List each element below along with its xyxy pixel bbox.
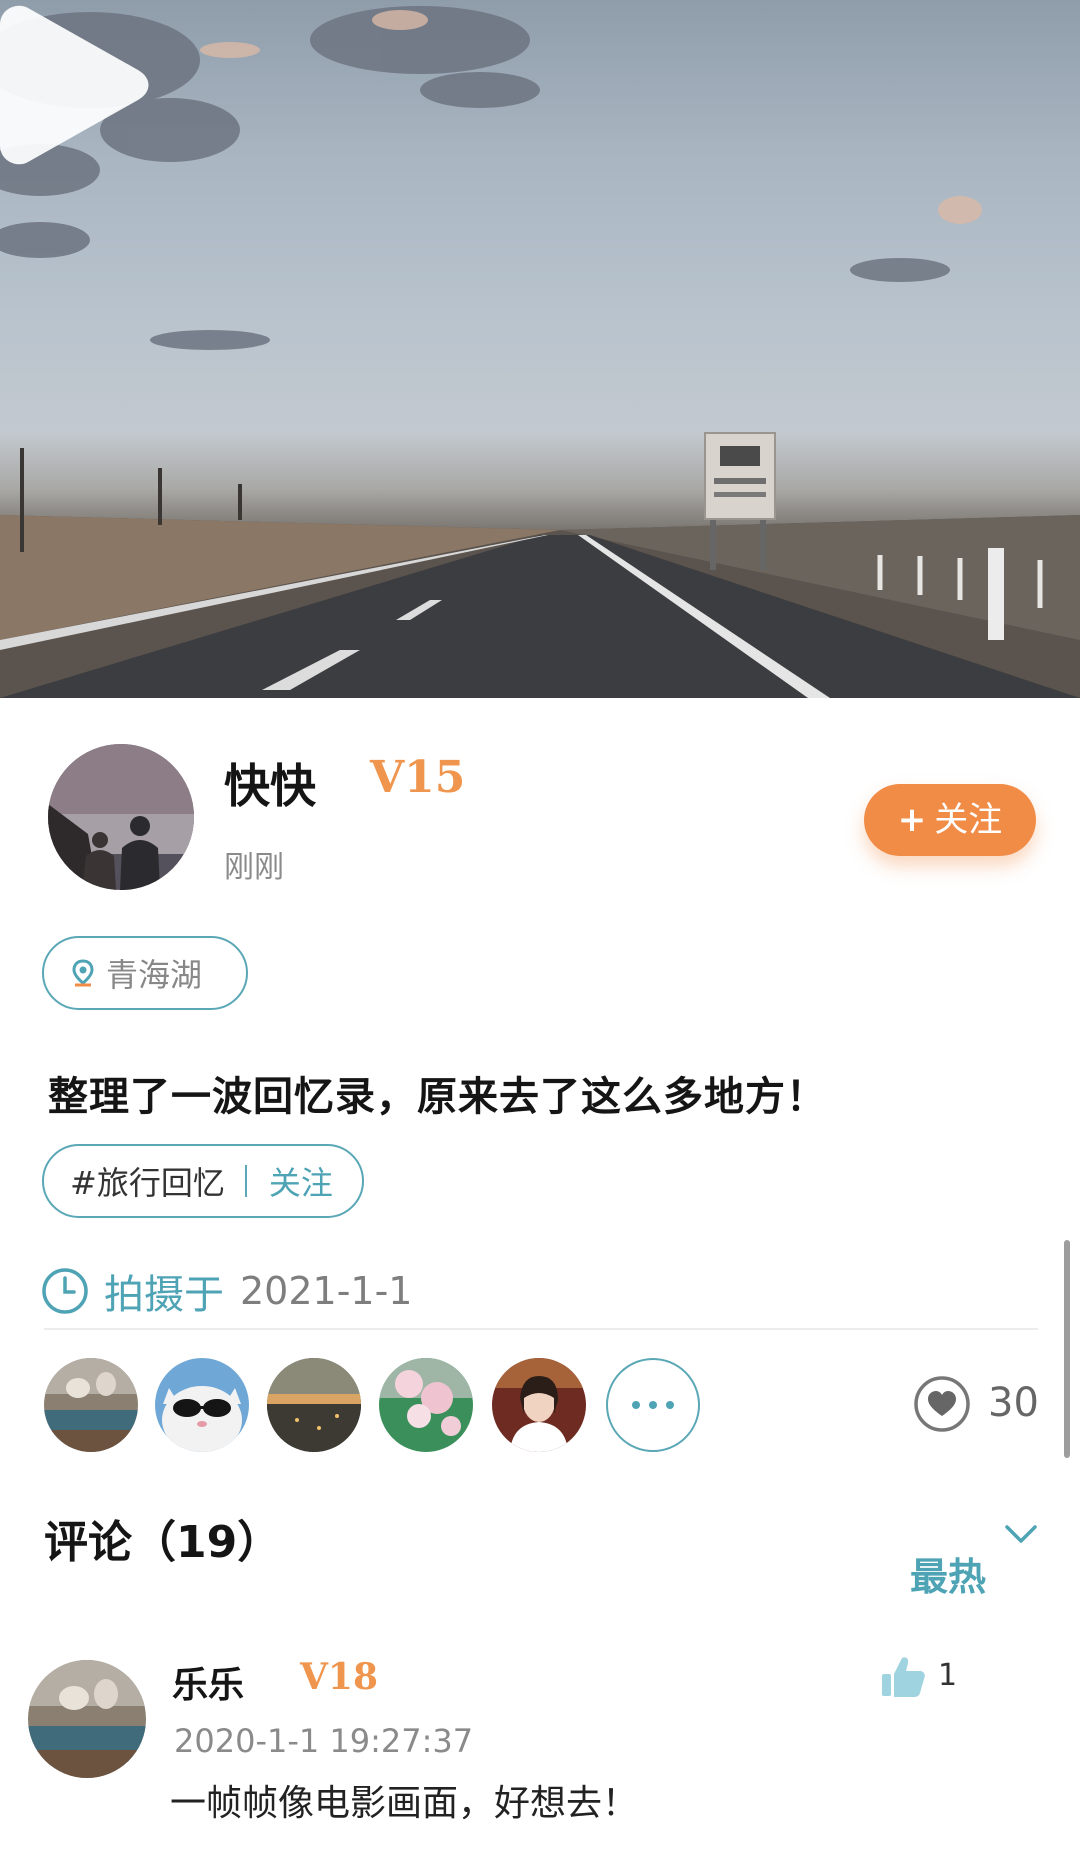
liker-avatar-cat-sunglasses[interactable] [155,1358,249,1452]
post-time: 刚刚 [224,850,284,885]
liker-avatar-image [44,1358,138,1452]
liker-avatar-dogs[interactable] [44,1358,138,1452]
shot-date-row: 拍摄于 2021-1-1 [40,1262,412,1320]
author-name[interactable]: 快快 [224,750,316,816]
liker-avatar-image [267,1358,361,1452]
play-icon[interactable] [0,0,150,170]
liker-avatar-blossoms[interactable] [379,1358,473,1452]
liker-avatar-woman[interactable] [492,1358,586,1452]
heart-icon[interactable] [912,1374,972,1434]
thumbs-up-icon[interactable] [880,1654,926,1700]
topic-follow-button[interactable]: 关注 [269,1158,333,1204]
author-avatar[interactable] [48,744,194,890]
comment-username[interactable]: 乐乐 [172,1656,244,1708]
comment-level-badge: V18 [300,1656,379,1698]
location-label: 青海湖 [106,956,203,994]
topic-tag: #旅行回忆 关注 [42,1144,364,1218]
divider [44,1328,1038,1330]
liker-avatar-image [379,1358,473,1452]
clock-icon [42,1268,88,1314]
liker-avatar-city-sunset[interactable] [267,1358,361,1452]
liker-avatar-image [155,1358,249,1452]
video-frame [0,6,1080,698]
topic-name[interactable]: #旅行回忆 [70,1158,225,1204]
comment-avatar[interactable] [28,1660,146,1778]
comment-avatar-image [28,1660,146,1778]
topic-divider [244,1165,247,1197]
chevron-down-icon[interactable] [1004,1524,1038,1546]
author-avatar-image [48,744,194,890]
more-dot [649,1401,657,1409]
comments-title: 评论（19） [44,1517,282,1568]
scrollbar[interactable] [1064,1240,1070,1458]
shot-label: 拍摄于 [104,1272,224,1318]
more-dots-icon[interactable] [606,1358,700,1452]
comment-time: 2020-1-1 19:27:37 [174,1722,474,1760]
location-tag[interactable]: 青海湖 [42,936,248,1010]
plus-icon: + [897,800,927,840]
post-text: 整理了一波回忆录，原来去了这么多地方！ [48,1074,827,1120]
comment-like-count: 1 [938,1658,958,1693]
shot-date: 2021-1-1 [240,1269,413,1313]
author-level-badge: V15 [370,752,466,803]
sort-dropdown[interactable]: 最热 [910,1546,986,1601]
like-count: 30 [988,1380,1039,1426]
comment-text: 一帧帧像电影画面，好想去！ [170,1783,639,1824]
more-dot [666,1401,674,1409]
follow-button[interactable]: + 关注 [864,784,1036,856]
location-pin-icon [72,959,94,987]
follow-button-label: 关注 [934,800,1003,840]
video-player[interactable] [0,0,1080,698]
more-dot [632,1401,640,1409]
liker-avatar-image [492,1358,586,1452]
